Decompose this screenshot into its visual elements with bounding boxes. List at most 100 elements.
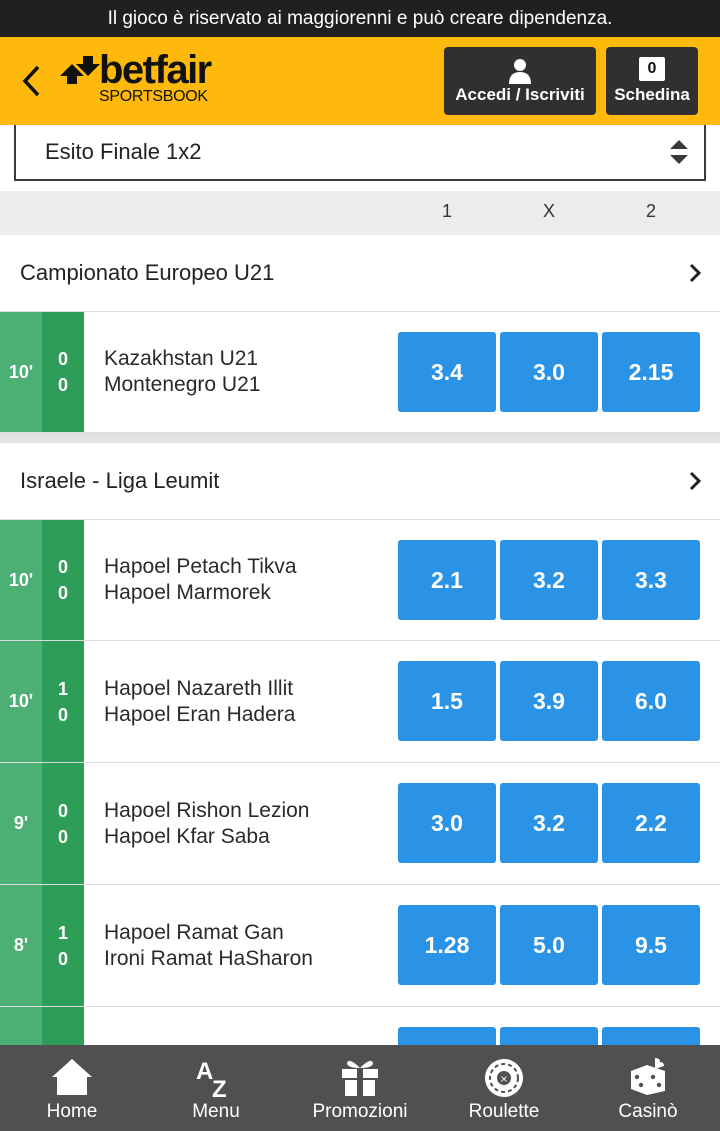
bottom-navigation: Home A Z Menu Promozioni × Roulette Casi…: [0, 1045, 720, 1131]
betfair-arrows-icon: [60, 56, 100, 84]
match-time: 9': [0, 763, 42, 884]
away-score: 0: [57, 583, 68, 603]
away-score: 0: [57, 948, 68, 969]
az-icon: A Z: [196, 1058, 227, 1099]
home-team: Hapoel Rishon Lezion: [104, 798, 310, 822]
competition-title: Israele - Liga Leumit: [20, 468, 220, 493]
home-score: 0: [57, 557, 68, 577]
home-score: 0: [57, 800, 68, 821]
nav-label: Casinò: [618, 1101, 678, 1122]
match-teams: Kazakhstan U21 Montenegro U21: [104, 312, 260, 432]
user-icon: [509, 59, 531, 84]
roulette-icon: ×: [485, 1059, 523, 1097]
match-teams: Hapoel Ramat Gan Ironi Ramat HaSharon: [104, 885, 313, 1006]
app-header: betfair SPORTSBOOK Accedi / Iscriviti 0 …: [0, 37, 720, 125]
select-arrows-icon: [670, 140, 688, 164]
nav-roulette[interactable]: × Roulette: [432, 1045, 576, 1131]
svg-text:×: ×: [500, 1074, 508, 1085]
match-score: 1 0: [42, 885, 84, 1006]
event-row[interactable]: 9' 0 0 Hapoel Rishon Lezion Hapoel Kfar …: [0, 763, 720, 885]
betslip-label: Schedina: [614, 85, 690, 104]
away-score: 0: [57, 826, 68, 847]
match-teams: Hapoel Petach Tikva Hapoel Marmorek: [104, 520, 297, 640]
dice-icon: [631, 1058, 665, 1095]
nav-label: Roulette: [468, 1101, 540, 1122]
market-dropdown[interactable]: Esito Finale 1x2: [14, 125, 706, 181]
match-score: 1 0: [42, 641, 84, 762]
age-disclaimer: Il gioco è riservato ai maggiorenni e pu…: [0, 0, 720, 37]
odds-button-1[interactable]: 2.1: [398, 540, 496, 620]
logo-wordmark: betfair: [99, 48, 212, 92]
match-time: 8': [0, 885, 42, 1006]
home-score: 1: [57, 678, 68, 699]
nav-label: Promozioni: [312, 1101, 408, 1122]
away-score: 0: [57, 375, 68, 395]
odds-button-2[interactable]: 6.0: [602, 661, 700, 741]
column-1-label: 1: [441, 201, 452, 221]
column-x-label: X: [542, 201, 555, 221]
betslip-count-badge: 0: [639, 57, 665, 81]
match-score: 0 0: [42, 520, 84, 640]
match-teams: Hapoel Nazareth Illit Hapoel Eran Hadera: [104, 641, 295, 762]
event-row[interactable]: 10' 0 0 Kazakhstan U21 Montenegro U21 3.…: [0, 312, 720, 433]
odds-button-1[interactable]: 3.0: [398, 783, 496, 863]
odds-button-x[interactable]: 3.2: [500, 783, 598, 863]
odds-button-x[interactable]: 3.0: [500, 332, 598, 412]
odds-button-2[interactable]: 2.2: [602, 783, 700, 863]
gift-icon: [342, 1060, 378, 1096]
betslip-button[interactable]: 0 Schedina: [606, 47, 698, 115]
chevron-left-icon: [22, 65, 40, 97]
away-team: Ironi Ramat HaSharon: [104, 946, 313, 970]
home-team: Hapoel Nazareth Illit: [104, 676, 294, 700]
logo-subtitle: SPORTSBOOK: [99, 88, 208, 105]
competition-header[interactable]: Campionato Europeo U21: [0, 235, 720, 312]
chevron-right-icon: [689, 263, 702, 283]
odds-button-x[interactable]: 3.2: [500, 540, 598, 620]
away-team: Hapoel Marmorek: [104, 581, 271, 604]
back-button[interactable]: [14, 61, 48, 101]
column-2-label: 2: [645, 201, 656, 221]
odds-button-2[interactable]: 9.5: [602, 905, 700, 985]
nav-promotions[interactable]: Promozioni: [288, 1045, 432, 1131]
home-team: Hapoel Petach Tikva: [104, 555, 297, 578]
odds-button-x[interactable]: 3.9: [500, 661, 598, 741]
odds-button-1[interactable]: 1.28: [398, 905, 496, 985]
login-label: Accedi / Iscriviti: [455, 85, 585, 104]
competition-section: Israele - Liga Leumit 10' 0 0 Hapoel Pet…: [0, 443, 720, 1129]
match-score: 0 0: [42, 763, 84, 884]
match-time: 10': [0, 312, 42, 432]
competition-section: Campionato Europeo U21 10' 0 0 Kazakhsta…: [0, 235, 720, 443]
home-team: Hapoel Ramat Gan: [104, 920, 284, 944]
competition-title: Campionato Europeo U21: [20, 260, 275, 285]
home-score: 0: [57, 349, 68, 369]
odds-button-x[interactable]: 5.0: [500, 905, 598, 985]
betfair-logo[interactable]: betfair SPORTSBOOK: [60, 48, 230, 110]
nav-casino[interactable]: Casinò: [576, 1045, 720, 1131]
event-row[interactable]: 10' 0 0 Hapoel Petach Tikva Hapoel Marmo…: [0, 520, 720, 641]
nav-label: Menu: [192, 1101, 240, 1122]
match-teams: Hapoel Rishon Lezion Hapoel Kfar Saba: [104, 763, 309, 884]
odds-button-1[interactable]: 3.4: [398, 332, 496, 412]
event-row[interactable]: 10' 1 0 Hapoel Nazareth Illit Hapoel Era…: [0, 641, 720, 763]
match-time: 10': [0, 641, 42, 762]
competition-header[interactable]: Israele - Liga Leumit: [0, 443, 720, 520]
away-score: 0: [57, 704, 68, 725]
odds-button-2[interactable]: 3.3: [602, 540, 700, 620]
away-team: Hapoel Kfar Saba: [104, 824, 270, 848]
match-score: 0 0: [42, 312, 84, 432]
svg-text:A: A: [196, 1058, 213, 1085]
odds-button-2[interactable]: 2.15: [602, 332, 700, 412]
login-register-button[interactable]: Accedi / Iscriviti: [444, 47, 596, 115]
nav-menu[interactable]: A Z Menu: [144, 1045, 288, 1131]
market-dropdown-value: Esito Finale 1x2: [45, 139, 202, 164]
nav-label: Home: [46, 1101, 98, 1122]
match-time: 10': [0, 520, 42, 640]
chevron-right-icon: [689, 471, 702, 491]
event-row[interactable]: 8' 1 0 Hapoel Ramat Gan Ironi Ramat HaSh…: [0, 885, 720, 1007]
nav-home[interactable]: Home: [0, 1045, 144, 1131]
home-team: Kazakhstan U21: [104, 347, 259, 370]
svg-text:Z: Z: [212, 1076, 227, 1099]
odds-button-1[interactable]: 1.5: [398, 661, 496, 741]
home-score: 1: [57, 922, 68, 943]
section-divider: [0, 433, 720, 443]
